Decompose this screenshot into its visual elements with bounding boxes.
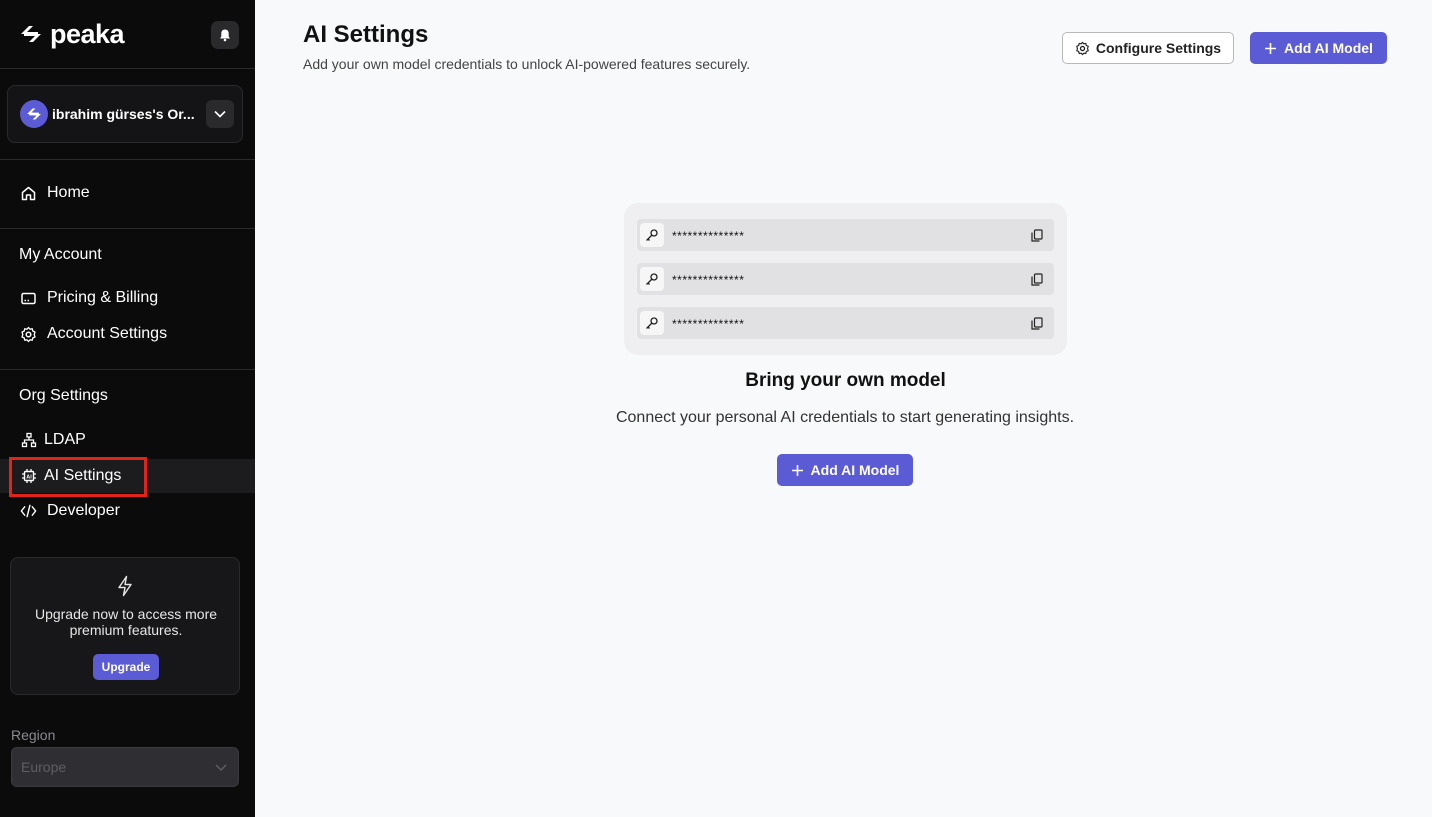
key-icon [640, 311, 664, 335]
notifications-button[interactable] [211, 21, 239, 49]
plus-icon [791, 464, 803, 476]
page-title: AI Settings [303, 21, 429, 48]
api-key-row: ************** [637, 219, 1054, 251]
region-label: Region [11, 727, 56, 743]
section-heading-my-account: My Account [19, 246, 102, 263]
empty-state-add-ai-model-button[interactable]: Add AI Model [777, 454, 913, 486]
region-select[interactable]: Europe [11, 747, 239, 787]
plus-icon [1265, 42, 1277, 54]
org-switcher[interactable]: ibrahim gürses's Or... [7, 85, 243, 143]
copy-icon[interactable] [1030, 316, 1044, 330]
brand-logo[interactable]: peaka [18, 18, 125, 49]
sidebar-item-label: Account Settings [47, 325, 168, 342]
region-value: Europe [21, 759, 67, 775]
upgrade-message: Upgrade now to access more premium featu… [34, 606, 218, 638]
sidebar-item-label: LDAP [44, 431, 86, 448]
divider [0, 228, 255, 229]
chip-icon: AI [20, 468, 37, 485]
api-key-row: ************** [637, 307, 1054, 339]
add-ai-model-label: Add AI Model [810, 462, 900, 478]
api-key-mask: ************** [672, 229, 745, 243]
network-icon [20, 432, 37, 449]
configure-settings-label: Configure Settings [1095, 40, 1222, 56]
copy-icon[interactable] [1030, 272, 1044, 286]
lightning-icon [118, 575, 132, 597]
org-avatar [20, 100, 48, 128]
api-keys-illustration: ************** ************** **********… [624, 203, 1067, 355]
brand-name: peaka [50, 18, 125, 49]
upgrade-card: Upgrade now to access more premium featu… [10, 557, 240, 695]
empty-state-title: Bring your own model [745, 370, 946, 391]
sidebar-item-label: Pricing & Billing [47, 289, 159, 306]
code-icon [20, 503, 37, 520]
sidebar-item-label: AI Settings [44, 467, 122, 484]
api-key-mask: ************** [672, 317, 745, 331]
api-key-row: ************** [637, 263, 1054, 295]
sidebar-item-ai-settings[interactable]: AI AI Settings [0, 459, 255, 493]
upgrade-button[interactable]: Upgrade [93, 654, 159, 680]
sidebar-item-pricing-billing[interactable]: Pricing & Billing [0, 281, 255, 315]
divider [0, 159, 255, 160]
peaka-logo-icon [27, 108, 41, 120]
empty-state-description: Connect your personal AI credentials to … [615, 409, 1075, 426]
peaka-logo-icon [21, 26, 41, 42]
divider [0, 369, 255, 370]
divider [0, 68, 255, 69]
home-icon [20, 185, 37, 202]
bell-icon [220, 29, 230, 42]
page-subtitle: Add your own model credentials to unlock… [303, 56, 751, 72]
add-ai-model-button[interactable]: Add AI Model [1250, 32, 1387, 64]
gear-icon [20, 326, 37, 343]
sidebar-item-account-settings[interactable]: Account Settings [0, 317, 255, 351]
sidebar-item-developer[interactable]: Developer [0, 494, 255, 528]
sidebar-item-ldap[interactable]: LDAP [0, 423, 255, 457]
key-icon [640, 267, 664, 291]
sidebar-item-home[interactable]: Home [0, 176, 255, 210]
billing-icon [20, 290, 37, 307]
chevron-down-icon[interactable] [206, 100, 234, 128]
gear-icon [1076, 41, 1089, 55]
key-icon [640, 223, 664, 247]
sidebar: peaka ibrahim gürses's Or... Home My Acc… [0, 0, 255, 817]
section-heading-org-settings: Org Settings [19, 387, 108, 404]
add-ai-model-label: Add AI Model [1284, 40, 1373, 56]
sidebar-item-label: Developer [47, 502, 120, 519]
configure-settings-button[interactable]: Configure Settings [1062, 32, 1234, 64]
chevron-down-icon [215, 764, 227, 772]
copy-icon[interactable] [1030, 228, 1044, 242]
svg-text:AI: AI [26, 474, 32, 480]
api-key-mask: ************** [672, 273, 745, 287]
sidebar-item-label: Home [47, 184, 90, 201]
org-name: ibrahim gürses's Or... [52, 106, 195, 122]
